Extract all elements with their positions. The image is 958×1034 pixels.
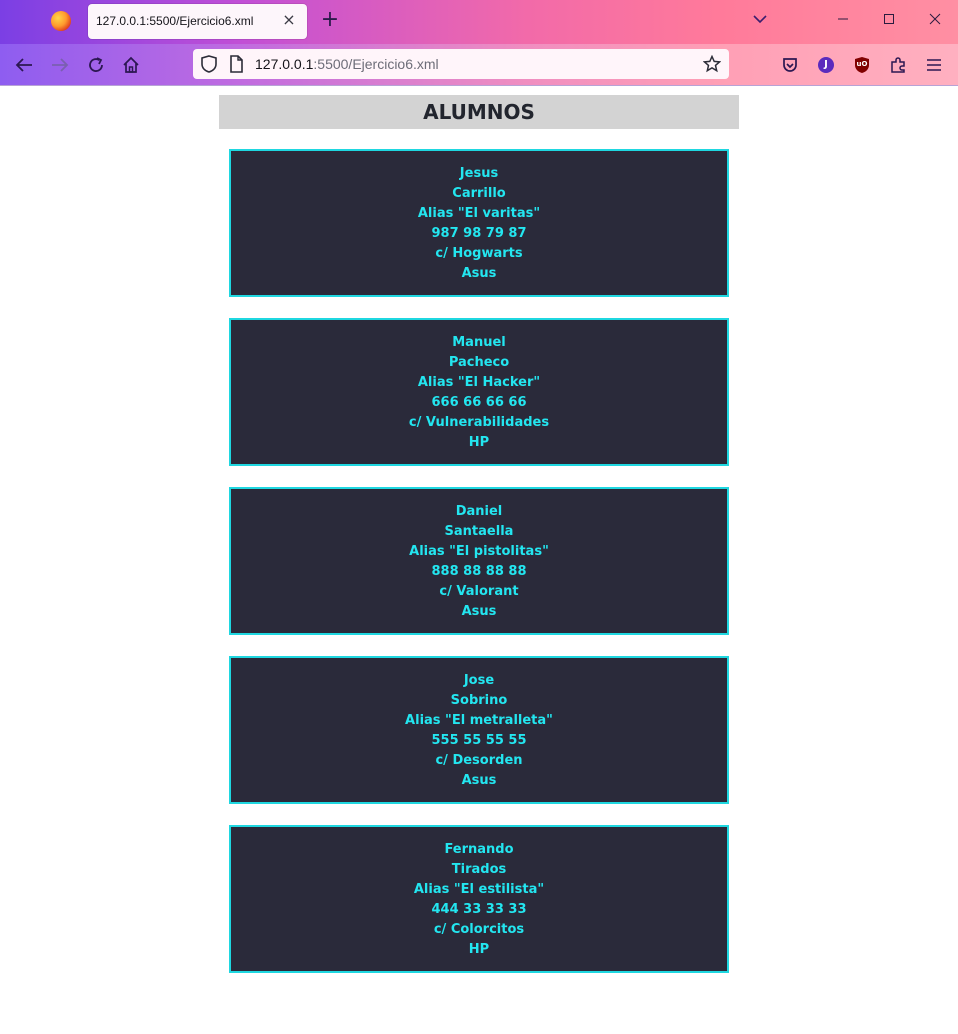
student-address: c/ Hogwarts: [435, 246, 523, 261]
url-text: 127.0.0.1:5500/Ejercicio6.xml: [255, 56, 439, 72]
student-alias: Alias "El estilista": [413, 882, 545, 897]
student-card: Jose Sobrino Alias "El metralleta" 555 55 5…: [229, 656, 729, 804]
minimize-icon[interactable]: [828, 8, 858, 34]
student-brand: Asus: [461, 266, 497, 281]
student-card: Manuel Pacheco Alias "El Hacker" 666 66 66 …: [229, 318, 729, 466]
student-last-name: Tirados: [451, 862, 507, 877]
student-brand: Asus: [461, 773, 497, 788]
student-first-name: Daniel: [455, 504, 503, 519]
extensions-puzzle-icon[interactable]: [887, 54, 909, 76]
tab-list-chevron-down-icon[interactable]: [750, 12, 770, 32]
student-card: Fernando Tirados Alias "El estilista" 444 3…: [229, 825, 729, 973]
student-phone: 888 88 88 88: [431, 564, 527, 579]
page-info-document-icon[interactable]: [229, 55, 243, 77]
tracking-shield-icon[interactable]: [201, 55, 217, 77]
tab-active[interactable]: 127.0.0.1:5500/Ejercicio6.xml ×: [88, 4, 307, 39]
student-phone: 555 55 55 55: [431, 733, 527, 748]
student-alias: Alias "El pistolitas": [409, 544, 549, 559]
forward-arrow-icon[interactable]: [49, 54, 71, 76]
student-first-name: Manuel: [452, 335, 506, 350]
reload-icon[interactable]: [85, 54, 107, 76]
tab-title: 127.0.0.1:5500/Ejercicio6.xml: [96, 14, 254, 28]
student-last-name: Carrillo: [452, 186, 506, 201]
student-first-name: Jose: [463, 673, 495, 688]
student-card: Jesus Carrillo Alias "El varitas" 987 98 79…: [229, 149, 729, 297]
new-tab-icon[interactable]: +: [320, 9, 340, 31]
student-first-name: Fernando: [444, 842, 514, 857]
tab-strip: 127.0.0.1:5500/Ejercicio6.xml × +: [0, 0, 958, 44]
student-address: c/ Colorcitos: [433, 922, 525, 937]
bookmark-star-icon[interactable]: [702, 54, 722, 77]
close-tab-icon[interactable]: ×: [279, 10, 299, 30]
student-phone: 444 33 33 33: [431, 902, 527, 917]
ublock-label: uO: [856, 60, 868, 68]
page-title: ALUMNOS: [219, 95, 739, 129]
student-brand: Asus: [461, 604, 497, 619]
student-phone: 666 66 66 66: [431, 395, 527, 410]
student-last-name: Santaella: [444, 524, 514, 539]
student-address: c/ Desorden: [435, 753, 523, 768]
url-host: 127.0.0.1: [255, 56, 314, 72]
student-address: c/ Vulnerabilidades: [408, 415, 550, 430]
firefox-icon: [51, 11, 71, 31]
pocket-icon[interactable]: [779, 54, 801, 76]
account-avatar-icon[interactable]: J: [815, 54, 837, 76]
student-phone: 987 98 79 87: [431, 226, 527, 241]
home-icon[interactable]: [120, 54, 142, 76]
student-brand: HP: [468, 435, 490, 450]
back-arrow-icon[interactable]: [13, 54, 35, 76]
student-last-name: Pacheco: [448, 355, 510, 370]
close-window-icon[interactable]: [920, 8, 950, 34]
url-path: :5500/Ejercicio6.xml: [313, 56, 439, 72]
student-address: c/ Valorant: [439, 584, 519, 599]
ublock-shield-icon[interactable]: uO: [851, 54, 873, 76]
student-last-name: Sobrino: [450, 693, 508, 708]
account-initial: J: [824, 59, 828, 70]
menu-hamburger-icon[interactable]: [923, 54, 945, 76]
student-alias: Alias "El varitas": [417, 206, 541, 221]
address-bar[interactable]: 127.0.0.1:5500/Ejercicio6.xml: [193, 49, 729, 79]
maximize-icon[interactable]: [874, 8, 904, 34]
student-alias: Alias "El Hacker": [417, 375, 541, 390]
student-brand: HP: [468, 942, 490, 957]
student-card: Daniel Santaella Alias "El pistolitas" 888 …: [229, 487, 729, 635]
student-alias: Alias "El metralleta": [405, 713, 553, 728]
student-first-name: Jesus: [459, 166, 499, 181]
